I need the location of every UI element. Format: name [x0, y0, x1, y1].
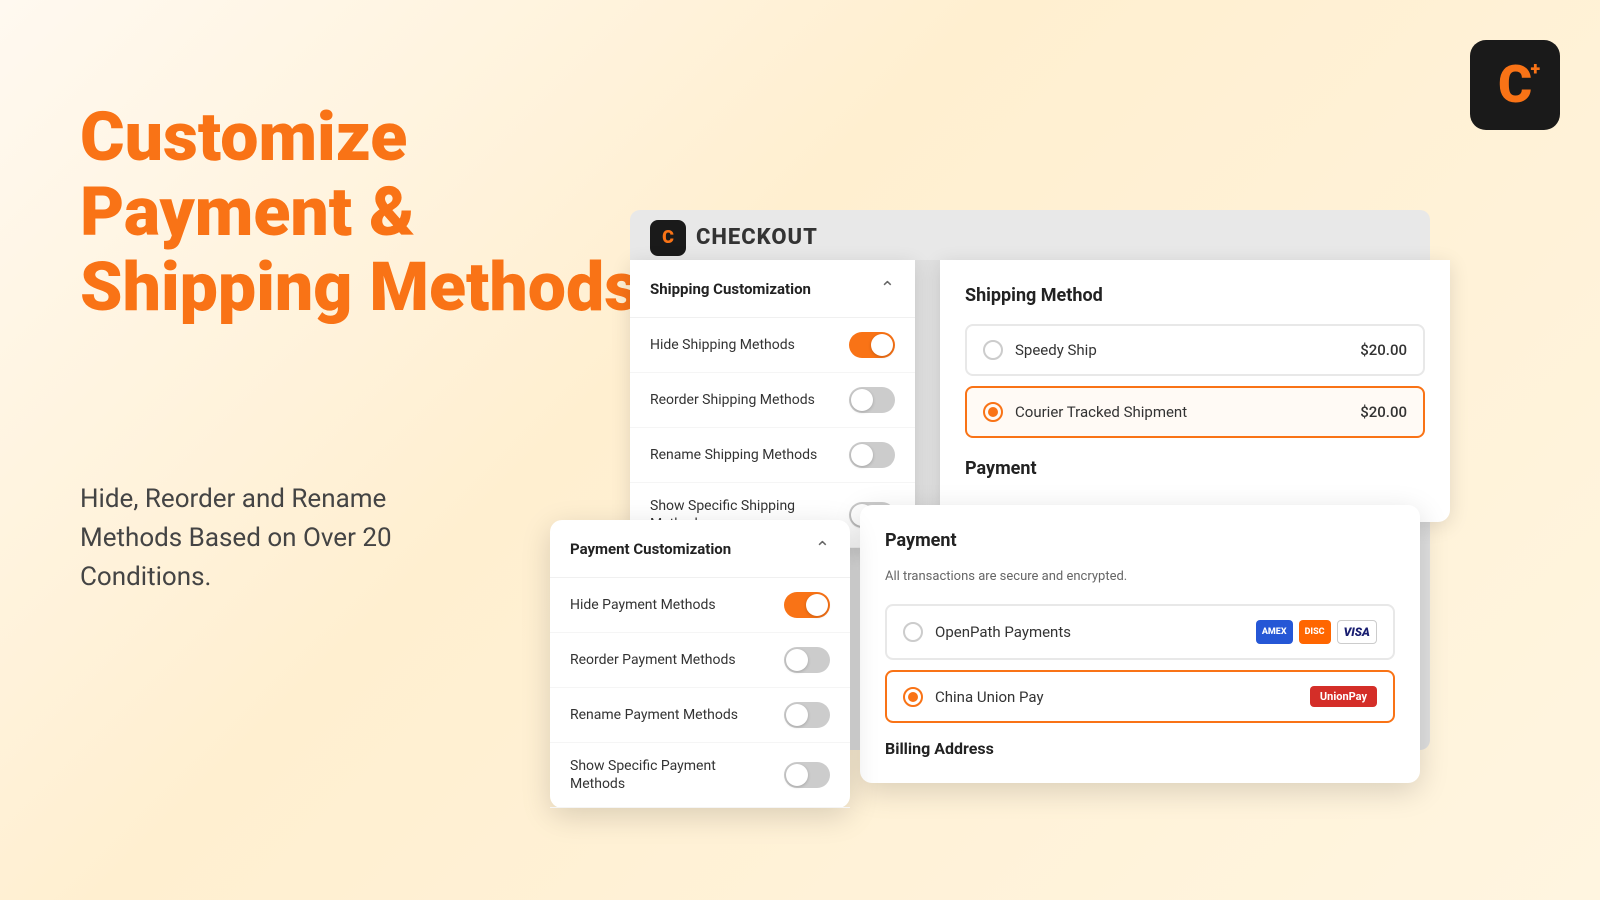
payment-preview-title: Payment [965, 458, 1425, 479]
hide-shipping-item: Hide Shipping Methods [630, 318, 915, 373]
speedy-ship-option[interactable]: Speedy Ship $20.00 [965, 324, 1425, 376]
payment-method-title: Payment [885, 530, 1395, 551]
payment-section-preview: Payment [965, 458, 1425, 479]
courier-tracked-radio[interactable] [983, 402, 1003, 422]
shipping-panel-collapse-icon[interactable]: ⌃ [880, 278, 895, 299]
openpath-name: OpenPath Payments [935, 623, 1071, 641]
hide-payment-toggle[interactable] [784, 592, 830, 618]
unionpay-card-icon: UnionPay [1310, 686, 1377, 707]
hide-shipping-toggle[interactable] [849, 332, 895, 358]
hero-title-line1: Customize [80, 100, 639, 175]
hide-payment-label: Hide Payment Methods [570, 596, 716, 614]
shipping-panel-title: Shipping Customization [650, 280, 811, 298]
payment-panel-collapse-icon[interactable]: ⌃ [815, 538, 830, 559]
rename-payment-toggle[interactable] [784, 702, 830, 728]
hide-payment-item: Hide Payment Methods [550, 578, 850, 633]
checkout-title: CHECKOUT [696, 225, 818, 250]
openpath-left: OpenPath Payments [903, 622, 1071, 642]
shipping-method-title: Shipping Method [965, 285, 1425, 306]
rename-shipping-label: Rename Shipping Methods [650, 446, 817, 464]
show-specific-payment-item: Show Specific Payment Methods [550, 743, 850, 808]
visa-icon: VISA [1337, 620, 1377, 644]
reorder-shipping-toggle[interactable] [849, 387, 895, 413]
reorder-shipping-label: Reorder Shipping Methods [650, 391, 815, 409]
rename-shipping-item: Rename Shipping Methods [630, 428, 915, 483]
speedy-ship-price: $20.00 [1360, 341, 1407, 359]
speedy-ship-radio[interactable] [983, 340, 1003, 360]
speedy-ship-left: Speedy Ship [983, 340, 1097, 360]
reorder-payment-toggle[interactable] [784, 647, 830, 673]
shipping-panel-header: Shipping Customization ⌃ [630, 260, 915, 318]
payment-panel-header: Payment Customization ⌃ [550, 520, 850, 578]
rename-payment-label: Rename Payment Methods [570, 706, 738, 724]
shipping-method-panel: Shipping Method Speedy Ship $20.00 Couri… [940, 260, 1450, 522]
logo-icon: C + [1498, 59, 1532, 111]
reorder-payment-item: Reorder Payment Methods [550, 633, 850, 688]
rename-payment-item: Rename Payment Methods [550, 688, 850, 743]
payment-secure-text: All transactions are secure and encrypte… [885, 569, 1395, 584]
openpath-radio[interactable] [903, 622, 923, 642]
payment-customization-panel: Payment Customization ⌃ Hide Payment Met… [550, 520, 850, 808]
hero-subtitle: Hide, Reorder and Rename Methods Based o… [80, 480, 480, 597]
logo-container: C + [1470, 40, 1560, 130]
logo-plus: + [1530, 61, 1540, 79]
reorder-payment-label: Reorder Payment Methods [570, 651, 736, 669]
checkout-logo-icon: C [650, 220, 686, 256]
show-specific-payment-toggle[interactable] [784, 762, 830, 788]
speedy-ship-name: Speedy Ship [1015, 341, 1097, 359]
unionpay-radio[interactable] [903, 687, 923, 707]
rename-shipping-toggle[interactable] [849, 442, 895, 468]
payment-panel-title: Payment Customization [570, 540, 731, 558]
openpath-option[interactable]: OpenPath Payments AMEX DISC VISA [885, 604, 1395, 660]
payment-method-panel: Payment All transactions are secure and … [860, 505, 1420, 783]
courier-tracked-left: Courier Tracked Shipment [983, 402, 1187, 422]
ui-area: C CHECKOUT Shipping Customization ⌃ Hide… [550, 210, 1500, 890]
checkout-bar: C CHECKOUT [630, 210, 1430, 265]
openpath-card-icons: AMEX DISC VISA [1256, 620, 1377, 644]
reorder-shipping-item: Reorder Shipping Methods [630, 373, 915, 428]
unionpay-name: China Union Pay [935, 688, 1044, 706]
courier-tracked-price: $20.00 [1360, 403, 1407, 421]
show-specific-payment-label: Show Specific Payment Methods [570, 757, 750, 793]
unionpay-option[interactable]: China Union Pay UnionPay [885, 670, 1395, 723]
unionpay-left: China Union Pay [903, 687, 1044, 707]
courier-tracked-name: Courier Tracked Shipment [1015, 403, 1187, 421]
amex-icon: AMEX [1256, 620, 1293, 644]
billing-address-title: Billing Address [885, 739, 1395, 758]
courier-tracked-option[interactable]: Courier Tracked Shipment $20.00 [965, 386, 1425, 438]
discover-icon: DISC [1299, 620, 1331, 644]
hide-shipping-label: Hide Shipping Methods [650, 336, 795, 354]
